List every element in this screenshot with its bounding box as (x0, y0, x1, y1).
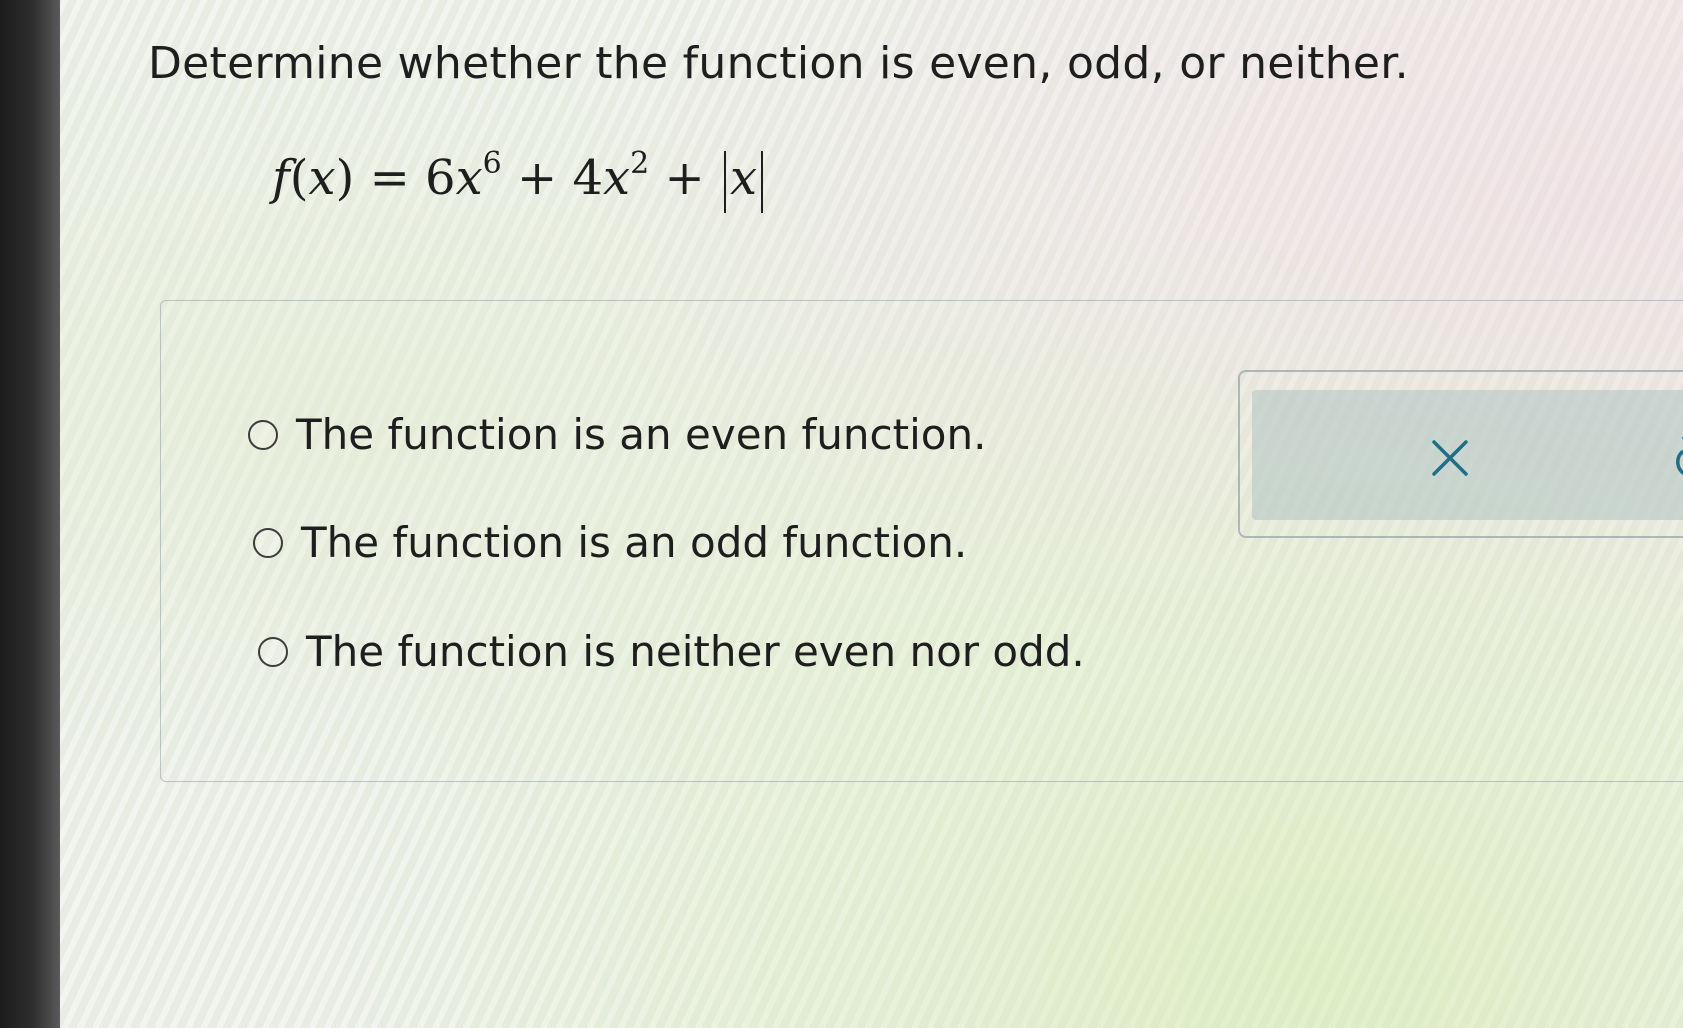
abs-variable: x (729, 150, 758, 206)
formula-open-paren: ( (289, 150, 309, 206)
undo-button[interactable] (1664, 430, 1683, 486)
abs-bar-right (761, 150, 764, 213)
formula-f: f (272, 150, 290, 206)
answer-tools-panel (1238, 370, 1683, 538)
formula-close-paren: ) (335, 150, 355, 206)
option-even[interactable]: The function is an even function. (248, 410, 986, 459)
formula-equals: = (354, 150, 426, 206)
formula-plus-1: + (501, 150, 573, 206)
undo-arrow-icon (1676, 436, 1683, 476)
answer-tools-bar (1252, 390, 1683, 520)
formula-plus-2: + (649, 150, 720, 206)
formula-x: x (308, 150, 336, 206)
option-neither-label: The function is neither even nor odd. (306, 627, 1085, 676)
clear-button[interactable] (1422, 430, 1478, 486)
question-prompt: Determine whether the function is even, … (148, 38, 1409, 89)
term1-variable: x (455, 150, 483, 206)
term1-exponent: 6 (482, 146, 502, 181)
option-odd-label: The function is an odd function. (301, 518, 968, 567)
abs-bar-left (723, 150, 726, 213)
close-x-icon (1432, 440, 1468, 476)
radio-even[interactable] (248, 419, 278, 450)
function-formula: f(x) = 6x6 + 4x2 + x (272, 146, 767, 213)
term2-variable: x (603, 150, 631, 206)
term2-coefficient: 4 (572, 150, 604, 206)
option-neither[interactable]: The function is neither even nor odd. (258, 627, 1085, 676)
screen: Determine whether the function is even, … (0, 0, 1683, 1028)
question-content: Determine whether the function is even, … (60, 0, 1683, 1028)
term2-exponent: 2 (630, 146, 650, 181)
radio-neither[interactable] (258, 636, 288, 667)
radio-odd[interactable] (253, 527, 283, 558)
option-even-label: The function is an even function. (296, 410, 987, 459)
monitor-bezel (0, 0, 60, 1028)
option-odd[interactable]: The function is an odd function. (253, 518, 967, 567)
term1-coefficient: 6 (425, 150, 456, 206)
